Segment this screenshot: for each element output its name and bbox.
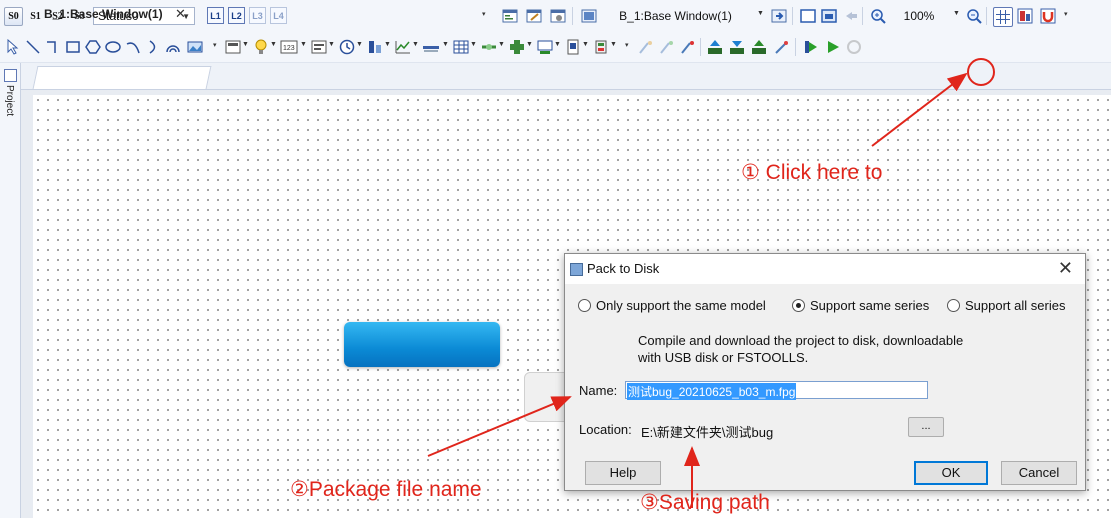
annotation-click-here: ① Click here to	[741, 161, 883, 184]
annotation-package-file-name: ②Package file name	[290, 478, 482, 501]
annotation-saving-path: ③Saving path	[640, 491, 770, 514]
annotation-arrows	[427, 72, 968, 508]
